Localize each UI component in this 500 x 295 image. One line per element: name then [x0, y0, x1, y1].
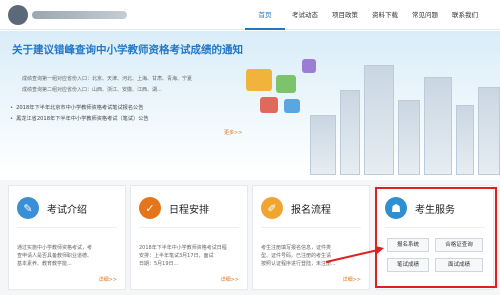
card-text-line: 基本素养、教育教学能...	[17, 261, 72, 267]
banner-headline[interactable]: 关于建议错峰查询中小学教师资格考试成绩的通知	[12, 42, 243, 57]
document-edit-icon: ✎	[17, 197, 39, 219]
card-title: 考生服务	[415, 205, 455, 216]
site-name-blurred	[32, 11, 127, 19]
banner-text-line: 成绩查询第一组对应省份入口：北京、天津、河北、上海、甘肃、青海、宁夏	[22, 76, 193, 82]
card-text-line: 2018年下半年中小学教师资格考试日程	[139, 245, 227, 251]
hero-banner: 关于建议错峰查询中小学教师资格考试成绩的通知 成绩查询第一组对应省份入口：北京、…	[0, 31, 500, 175]
card-exam-intro: ✎ 考试介绍 通过实施中小学教师资格考试，考 查申请人是否具备教师职业道德、 基…	[8, 185, 126, 290]
pencil-icon: ✐	[261, 197, 283, 219]
nav-home[interactable]: 首页	[245, 0, 285, 30]
checkmark-icon: ✓	[139, 197, 161, 219]
registration-system-button[interactable]: 报名系统	[387, 238, 429, 252]
card-schedule: ✓ 日程安排 2018年下半年中小学教师资格考试日程 安排：上半年笔试3月17日…	[130, 185, 248, 290]
card-text-line: 按照认证程序进行登陆，未注册...	[261, 261, 336, 267]
site-header: 首页 考试动态 项目政策 资料下载 常见问题 联系我们	[0, 0, 500, 30]
card-candidate-services: ☗ 考生服务 报名系统 合格证查询 笔试成绩 面试成绩	[376, 185, 494, 290]
site-logo[interactable]	[8, 5, 28, 25]
detail-link[interactable]: 详细>>	[221, 276, 239, 283]
nav-faq[interactable]: 常见问题	[405, 0, 445, 30]
divider	[139, 227, 239, 228]
card-text-line: 查申请人是否具备教师职业道德、	[17, 253, 93, 259]
card-text-line: 通过实施中小学教师资格考试，考	[17, 245, 93, 251]
divider	[17, 227, 117, 228]
card-text-line: 型、证件号码。已注册的考生请	[261, 253, 332, 259]
card-title: 日程安排	[169, 205, 209, 216]
written-score-button[interactable]: 笔试成绩	[387, 258, 429, 272]
card-title: 考试介绍	[47, 205, 87, 216]
nav-policy[interactable]: 项目政策	[325, 0, 365, 30]
service-cards: ✎ 考试介绍 通过实施中小学教师资格考试，考 查申请人是否具备教师职业道德、 基…	[0, 180, 500, 295]
card-text-line: 日期：5月19日...	[139, 261, 179, 267]
card-title: 报名流程	[291, 205, 331, 216]
nav-exam-news[interactable]: 考试动态	[285, 0, 325, 30]
banner-news-item[interactable]: 2018年下半年北京市中小学教师资格考试笔试报名公告	[10, 104, 143, 111]
banner-text-line: 成绩查询第二组对应省份入口：山西、浙江、安徽、江西、湖...	[22, 87, 162, 93]
banner-news-item[interactable]: 黑龙江省2018年下半年中小学教师资格考试（笔试）公告	[10, 115, 149, 122]
interview-score-button[interactable]: 面试成绩	[435, 258, 483, 272]
card-registration-process: ✐ 报名流程 考生注册填写报名信息，证件类 型、证件号码。已注册的考生请 按照认…	[252, 185, 370, 290]
city-skyline-illustration	[240, 31, 500, 175]
id-card-icon: ☗	[385, 197, 407, 219]
card-text-line: 安排：上半年笔试3月17日，面试	[139, 253, 214, 259]
nav-downloads[interactable]: 资料下载	[365, 0, 405, 30]
detail-link[interactable]: 详细>>	[343, 276, 361, 283]
divider	[261, 227, 361, 228]
nav-contact[interactable]: 联系我们	[445, 0, 485, 30]
divider	[385, 227, 485, 228]
detail-link[interactable]: 详细>>	[99, 276, 117, 283]
card-text-line: 考生注册填写报名信息，证件类	[261, 245, 332, 251]
certificate-query-button[interactable]: 合格证查询	[435, 238, 483, 252]
main-nav: 首页 考试动态 项目政策 资料下载 常见问题 联系我们	[245, 0, 485, 30]
banner-more-link[interactable]: 更多>>	[224, 129, 242, 136]
